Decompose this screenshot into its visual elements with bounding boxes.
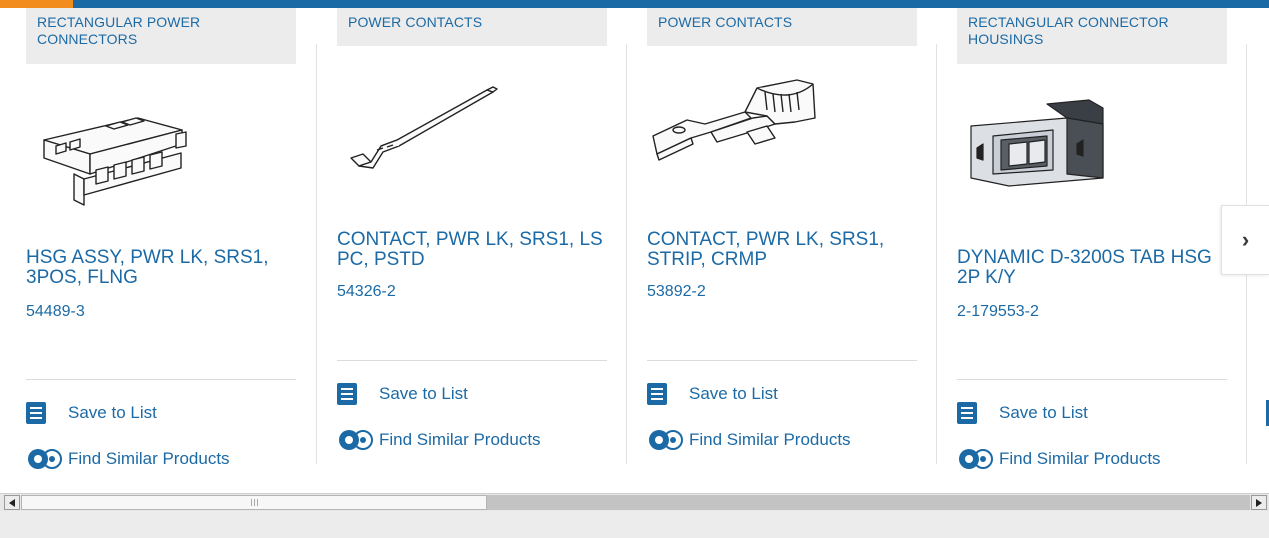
card-separator [316,44,317,464]
top-accent-bar [0,0,1269,8]
card-separator [626,44,627,464]
checklist-icon [337,383,357,405]
card-divider [957,379,1227,380]
product-title[interactable]: CONTACT, PWR LK, SRS1, LS PC, PSTD [337,230,607,270]
product-title[interactable]: CONTACT, PWR LK, SRS1, STRIP, CRMP [647,230,917,270]
product-card: POWER CONTACTS CONTACT, PWR LK, SRS1, ST… [647,8,927,493]
product-card: RECTANGULAR CONNECTOR HOUSINGS DYNAMIC D… [957,8,1237,493]
carousel-next-button[interactable]: › [1221,205,1269,275]
find-similar-label: Find Similar Products [68,449,230,468]
footer-pane [0,511,1269,538]
chevron-right-icon: › [1241,227,1250,252]
horizontal-scrollbar[interactable] [0,493,1269,511]
gears-icon [649,430,683,450]
product-image[interactable] [647,58,917,208]
card-separator [936,44,937,464]
save-to-list-button[interactable]: Save to List [337,382,468,406]
find-similar-label: Find Similar Products [689,430,851,449]
product-part-number[interactable]: 54326-2 [337,283,396,301]
gears-icon [959,449,993,469]
card-divider [647,360,917,361]
product-title[interactable]: DYNAMIC D-3200S TAB HSG 2P K/Y [957,248,1227,288]
product-card: RECTANGULAR POWER CONNECTORS HSG ASSY, P… [26,8,306,493]
grip-icon [250,499,258,506]
scroll-right-button[interactable] [1251,495,1267,510]
product-part-number[interactable]: 53892-2 [647,283,706,301]
save-to-list-label: Save to List [999,403,1088,422]
save-to-list-button[interactable]: Save to List [957,401,1088,425]
save-to-list-button[interactable]: Save to List [26,401,157,425]
scrollbar-thumb[interactable] [21,495,487,510]
save-to-list-button[interactable]: Save to List [647,382,778,406]
product-category: RECTANGULAR CONNECTOR HOUSINGS [957,8,1227,64]
product-category: POWER CONTACTS [337,8,607,46]
product-card: POWER CONTACTS CONTACT, PWR LK, SRS1, LS… [337,8,617,493]
card-divider [26,379,296,380]
checklist-icon [957,402,977,424]
gears-icon [28,449,62,469]
product-image[interactable] [337,58,607,208]
checklist-icon [647,383,667,405]
product-category: POWER CONTACTS [647,8,917,46]
arrow-right-icon [1256,498,1262,507]
gears-icon [339,430,373,450]
product-image[interactable] [957,78,1227,228]
product-carousel: RECTANGULAR POWER CONNECTORS HSG ASSY, P… [0,8,1269,493]
checklist-icon [26,402,46,424]
save-to-list-label: Save to List [68,403,157,422]
card-divider [337,360,607,361]
arrow-left-icon [9,498,15,507]
scroll-left-button[interactable] [4,495,20,510]
top-accent-orange [0,0,73,8]
product-part-number[interactable]: 54489-3 [26,303,85,321]
find-similar-label: Find Similar Products [379,430,541,449]
product-part-number[interactable]: 2-179553-2 [957,303,1039,321]
find-similar-button[interactable]: Find Similar Products [647,428,851,452]
find-similar-label: Find Similar Products [999,449,1161,468]
scrollbar-track[interactable] [487,495,1250,510]
product-image[interactable] [26,78,296,228]
find-similar-button[interactable]: Find Similar Products [337,428,541,452]
find-similar-button[interactable]: Find Similar Products [26,447,230,471]
product-category: RECTANGULAR POWER CONNECTORS [26,8,296,64]
save-to-list-label: Save to List [379,384,468,403]
save-to-list-label: Save to List [689,384,778,403]
product-title[interactable]: HSG ASSY, PWR LK, SRS1, 3POS, FLNG [26,248,296,288]
find-similar-button[interactable]: Find Similar Products [957,447,1161,471]
